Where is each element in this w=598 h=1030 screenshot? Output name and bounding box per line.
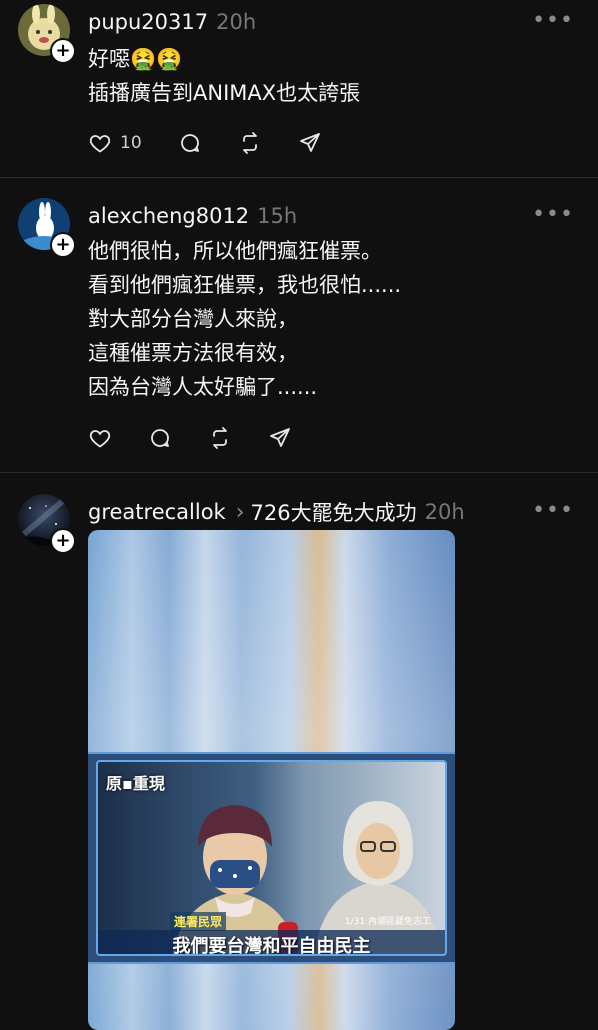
share-button[interactable] — [298, 131, 322, 155]
avatar-post-2[interactable]: + — [18, 198, 76, 258]
post-actions: 10 — [88, 131, 358, 155]
follow-plus-icon[interactable]: + — [50, 38, 76, 64]
repost-icon — [242, 132, 257, 154]
username[interactable]: pupu20317 — [88, 10, 208, 34]
post-text-line: 這種催票方法很有效， — [88, 341, 298, 365]
username[interactable]: alexcheng8012 — [88, 204, 249, 228]
follow-plus-icon[interactable]: + — [50, 528, 76, 554]
chevron-right-icon: › — [235, 499, 245, 525]
heart-icon — [89, 430, 111, 448]
caption-date: 1/31 內湖區罷免志工 — [344, 917, 431, 927]
divider — [0, 472, 598, 473]
follow-plus-icon[interactable]: + — [50, 232, 76, 258]
username[interactable]: greatrecallok — [88, 500, 226, 524]
repost-icon — [213, 427, 227, 449]
send-icon — [270, 428, 290, 447]
more-options-icon[interactable]: ••• — [532, 202, 574, 227]
news-screenshot-frame: 原▪︎重現 連署民眾 1/31 內湖區罷免志工 我們要台灣和平自由民主 — [88, 752, 455, 964]
divider — [0, 177, 598, 178]
like-button[interactable]: 10 — [88, 131, 142, 155]
share-button[interactable] — [268, 426, 292, 450]
like-count: 10 — [120, 133, 142, 153]
more-options-icon[interactable]: ••• — [532, 8, 574, 33]
post-actions — [88, 426, 328, 450]
post-text-line: 因為台灣人太好騙了...... — [88, 375, 318, 399]
caption-name: 連署民眾 — [170, 912, 227, 931]
timestamp: 15h — [257, 204, 298, 228]
post-text-line: 對大部分台灣人來說， — [88, 307, 298, 331]
post-text: 好噁🤮🤮 插播廣告到ANIMAX也太誇張 — [88, 42, 360, 110]
post-text: 他們很怕，所以他們瘋狂催票。 看到他們瘋狂催票，我也很怕...... 對大部分台… — [88, 234, 401, 404]
topic-tag[interactable]: 726大罷免大成功 — [251, 497, 417, 527]
post-header: alexcheng8012 15h — [88, 198, 297, 234]
news-logo: 原▪︎重現 — [106, 774, 165, 793]
caption-main: 我們要台灣和平自由民主 — [98, 930, 445, 954]
avatar-post-3[interactable]: + — [18, 494, 76, 554]
news-screenshot: 原▪︎重現 連署民眾 1/31 內湖區罷免志工 我們要台灣和平自由民主 — [96, 760, 447, 956]
heart-icon — [89, 135, 111, 153]
avatar-post-1[interactable]: + — [18, 4, 76, 64]
post-image[interactable]: 原▪︎重現 連署民眾 1/31 內湖區罷免志工 我們要台灣和平自由民主 — [88, 530, 455, 1030]
comment-button[interactable] — [178, 131, 202, 155]
post-text-line: 看到他們瘋狂催票，我也很怕...... — [88, 273, 402, 297]
repost-button[interactable] — [238, 131, 262, 155]
timestamp: 20h — [216, 10, 257, 34]
post-header: pupu20317 20h — [88, 4, 256, 40]
comment-icon — [180, 134, 199, 152]
repost-button[interactable] — [208, 426, 232, 450]
post-text-line: 他們很怕，所以他們瘋狂催票。 — [88, 239, 382, 263]
comment-icon — [151, 429, 169, 447]
like-button[interactable] — [88, 426, 112, 450]
comment-button[interactable] — [148, 426, 172, 450]
more-options-icon[interactable]: ••• — [532, 498, 574, 523]
post-text-line: 插播廣告到ANIMAX也太誇張 — [88, 81, 361, 105]
send-icon — [299, 133, 320, 152]
timestamp: 20h — [424, 500, 465, 524]
post-header: greatrecallok › 726大罷免大成功 20h — [88, 494, 465, 530]
post-text-line: 好噁🤮🤮 — [88, 47, 183, 71]
